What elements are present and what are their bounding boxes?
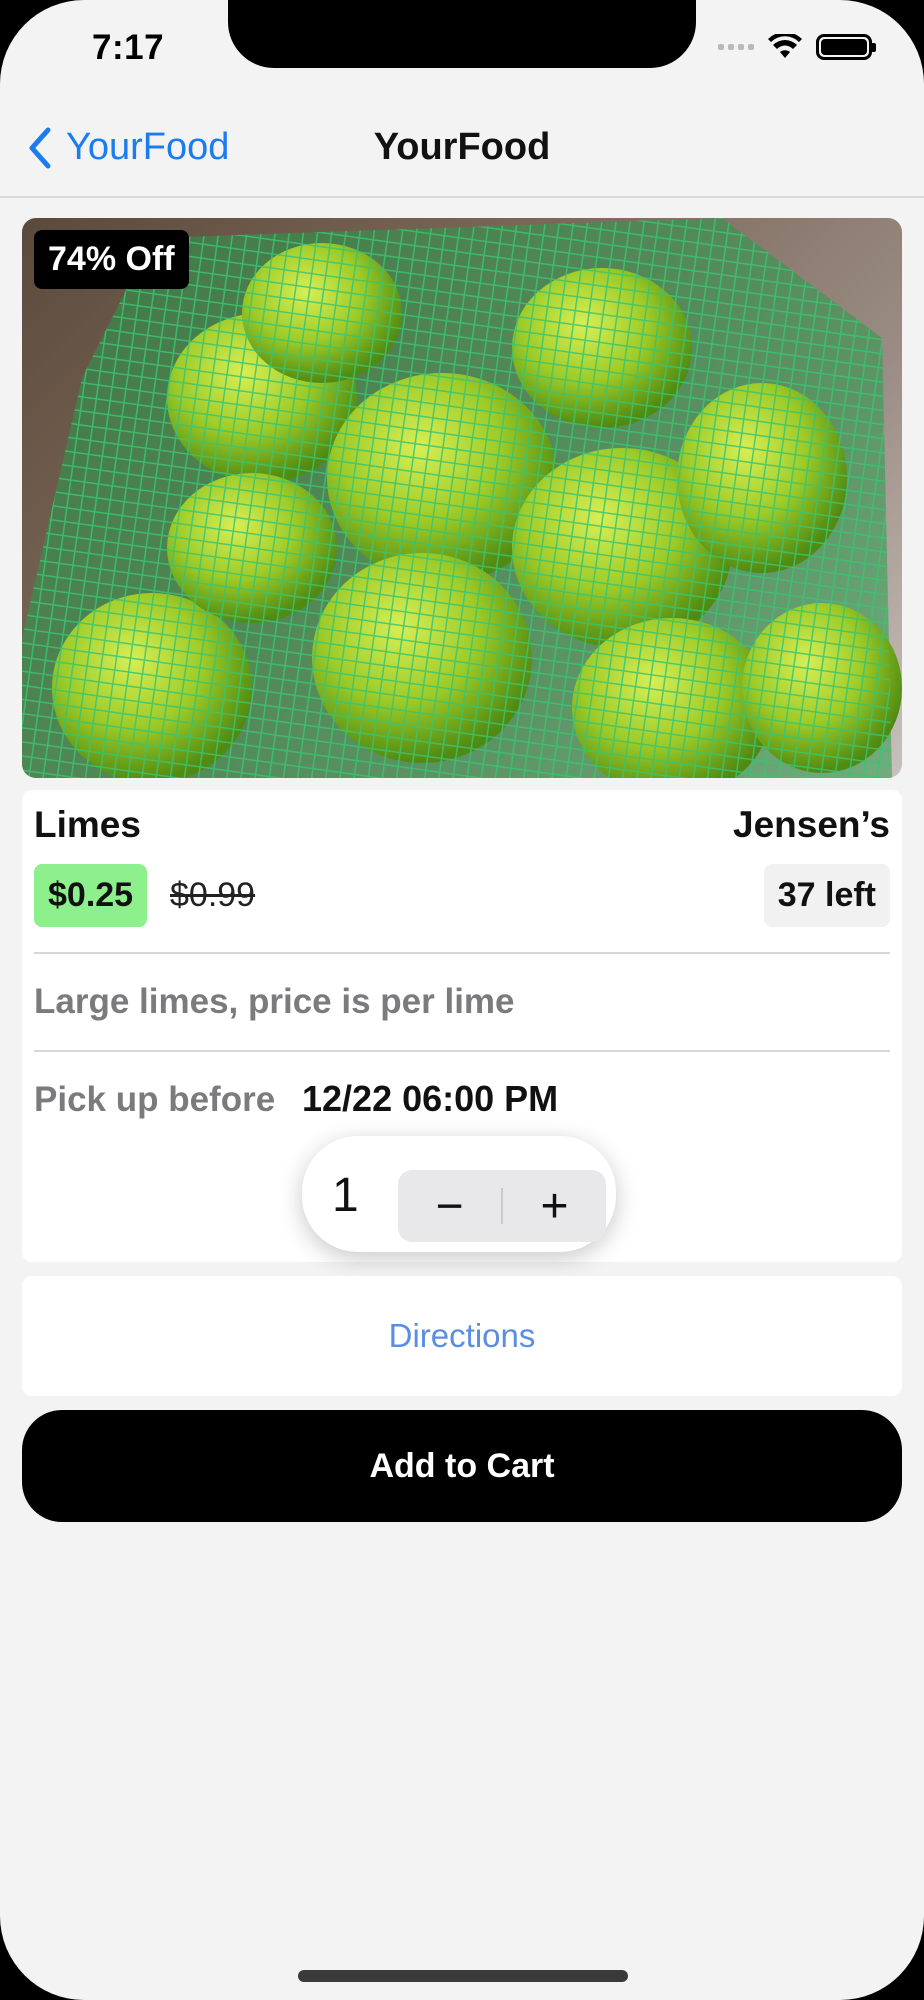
navigation-bar: YourFood YourFood bbox=[0, 110, 924, 198]
app-screen: 7:17 YourFood YourFood 74% Off Limes Jen… bbox=[0, 0, 924, 2000]
sale-price: $0.25 bbox=[34, 864, 148, 927]
product-info-card: Limes Jensen’s $0.25 $0.99 37 left Large… bbox=[22, 790, 902, 1262]
status-icons bbox=[718, 34, 876, 60]
decrement-button[interactable]: − bbox=[398, 1170, 501, 1242]
battery-icon bbox=[816, 34, 876, 60]
pickup-time: 12/22 06:00 PM bbox=[302, 1078, 559, 1119]
quantity-stepper: 1 − + bbox=[302, 1136, 616, 1252]
increment-button[interactable]: + bbox=[503, 1170, 606, 1242]
directions-link[interactable]: Directions bbox=[389, 1317, 536, 1355]
discount-badge: 74% Off bbox=[34, 230, 189, 289]
device-notch bbox=[228, 0, 696, 68]
original-price: $0.99 bbox=[170, 876, 256, 914]
product-description: Large limes, price is per lime bbox=[34, 982, 515, 1021]
pickup-label: Pick up before bbox=[34, 1080, 276, 1119]
product-photo: 74% Off bbox=[22, 218, 902, 778]
store-name: Jensen’s bbox=[733, 804, 890, 845]
stepper-controls: − + bbox=[398, 1170, 606, 1242]
wifi-icon bbox=[768, 34, 802, 58]
status-time: 7:17 bbox=[92, 28, 165, 67]
limes-in-net-image bbox=[22, 218, 902, 778]
divider bbox=[34, 1050, 890, 1052]
stock-badge: 37 left bbox=[763, 864, 890, 927]
cellular-signal-icon bbox=[718, 44, 754, 50]
quantity-value: 1 bbox=[332, 1169, 359, 1222]
directions-card: Directions bbox=[22, 1276, 902, 1396]
divider bbox=[34, 952, 890, 954]
page-title: YourFood bbox=[373, 126, 551, 168]
home-indicator[interactable] bbox=[298, 1970, 628, 1982]
add-to-cart-button[interactable]: Add to Cart bbox=[22, 1410, 902, 1522]
product-name: Limes bbox=[34, 804, 141, 845]
